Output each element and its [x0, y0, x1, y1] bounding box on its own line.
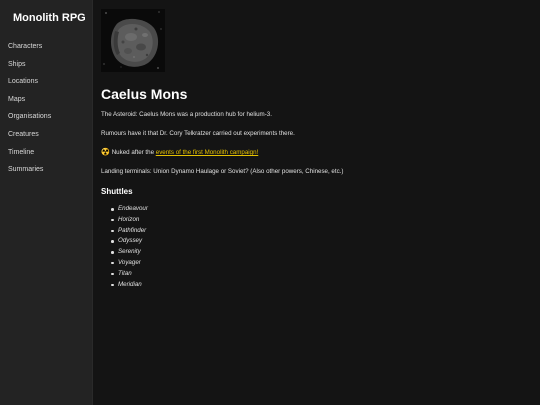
list-item: Pathfinder [111, 226, 540, 237]
radioactive-icon: ☢️ [101, 149, 110, 156]
campaign-events-link[interactable]: events of the first Monolith campaign! [156, 149, 259, 156]
list-item: Voyager [111, 258, 540, 269]
sidebar-item-creatures[interactable]: Creatures [0, 126, 92, 144]
sidebar-item-ships[interactable]: Ships [0, 56, 92, 74]
site-title[interactable]: Monolith RPG [0, 12, 92, 24]
nuked-prefix: Nuked after the [111, 149, 156, 156]
shuttles-list: Endeavour Horizon Pathfinder Odyssey Ser… [101, 204, 540, 290]
sidebar-item-summaries[interactable]: Summaries [0, 161, 92, 179]
shuttles-heading: Shuttles [101, 187, 133, 196]
list-item: Horizon [111, 215, 540, 226]
list-item: Serenity [111, 247, 540, 258]
asteroid-illustration [101, 9, 165, 72]
list-item: Meridian [111, 280, 540, 291]
main-content: Caelus Mons The Asteroid: Caelus Mons wa… [93, 0, 540, 405]
sidebar-item-maps[interactable]: Maps [0, 91, 92, 109]
sidebar-nav: Characters Ships Locations Maps Organisa… [0, 38, 92, 179]
list-item: Endeavour [111, 204, 540, 215]
sidebar-item-locations[interactable]: Locations [0, 73, 92, 91]
list-item: Titan [111, 269, 540, 280]
sidebar-item-timeline[interactable]: Timeline [0, 144, 92, 162]
sidebar-item-organisations[interactable]: Organisations [0, 108, 92, 126]
app-layout: Monolith RPG Characters Ships Locations … [0, 0, 540, 405]
page-title: Caelus Mons [101, 86, 188, 102]
list-item: Odyssey [111, 236, 540, 247]
sidebar-item-characters[interactable]: Characters [0, 38, 92, 56]
asteroid-image [101, 9, 165, 72]
intro-text: The Asteroid: Caelus Mons was a producti… [101, 111, 272, 118]
landing-text: Landing terminals: Union Dynamo Haulage … [101, 168, 344, 175]
nuked-text: ☢️ Nuked after the events of the first Mo… [101, 149, 540, 157]
sidebar: Monolith RPG Characters Ships Locations … [0, 0, 93, 405]
rumours-text: Rumours have it that Dr. Cory Telkratzer… [101, 130, 295, 137]
